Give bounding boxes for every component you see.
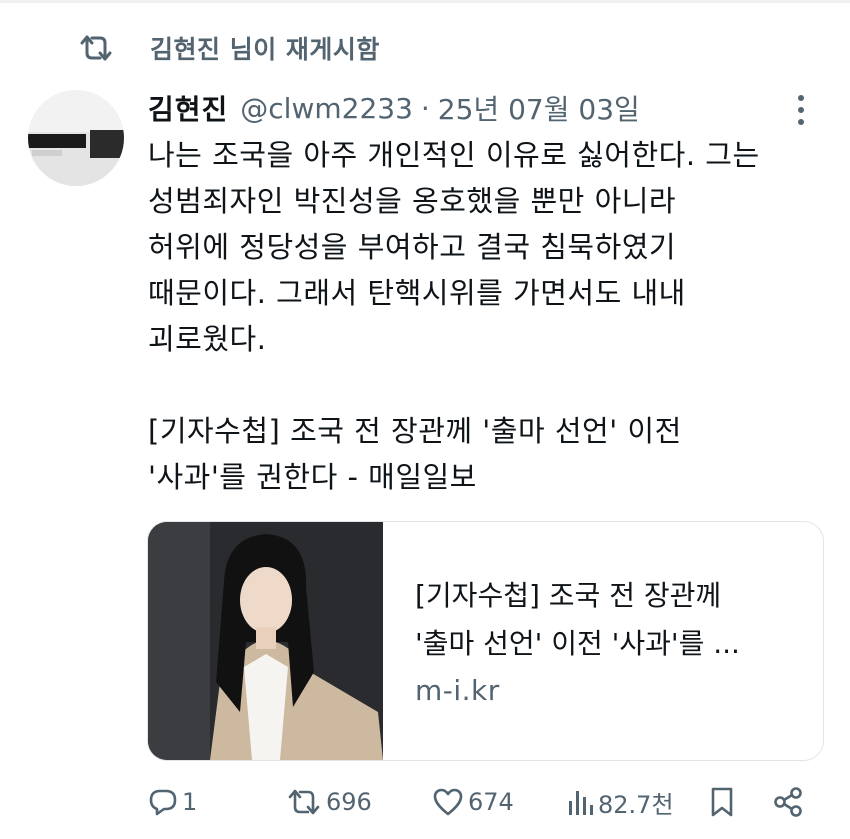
repost-header-text[interactable]: 김현진 님이 재게시함	[150, 30, 380, 66]
views-chart-icon	[566, 787, 594, 817]
view-count: 82.7천	[598, 790, 674, 819]
share-button[interactable]	[772, 780, 804, 824]
bookmark-icon	[708, 786, 736, 818]
separator-dot: ·	[420, 91, 430, 125]
author-handle[interactable]: @clwm2233	[240, 92, 413, 125]
card-title-line: [기자수첩] 조국 전 장관께	[415, 579, 722, 612]
tweet-date[interactable]: 25년 07월 03일	[438, 88, 640, 128]
link-preview-card[interactable]: [기자수첩] 조국 전 장관께 '출마 선언' 이전 '사과'를 ... m-i…	[147, 521, 824, 761]
reply-icon	[148, 787, 178, 817]
tweet-link-text: '사과'를 권한다 - 매일일보	[148, 460, 477, 494]
retweet-icon	[78, 30, 128, 66]
repost-button[interactable]: 696	[286, 780, 372, 824]
tweet-text-line: 괴로웠다.	[148, 322, 267, 356]
tweet-body: 나는 조국을 아주 개인적인 이유로 싫어한다. 그는 성범죄자인 박진성을 옹…	[148, 132, 838, 500]
bookmark-button[interactable]	[708, 780, 736, 824]
tweet-header: 김현진 @clwm2233 · 25년 07월 03일	[148, 86, 640, 130]
more-options-icon[interactable]	[786, 92, 816, 128]
tweet-text-line: 허위에 정당성을 부여하고 결국 침묵하였기	[148, 230, 677, 264]
avatar[interactable]	[28, 90, 124, 186]
card-thumbnail	[148, 522, 383, 760]
top-divider	[0, 0, 850, 3]
tweet-text-line: 나는 조국을 아주 개인적인 이유로 싫어한다. 그는	[148, 138, 760, 172]
heart-icon	[432, 787, 464, 817]
card-domain: m-i.kr	[415, 674, 500, 707]
repost-count: 696	[326, 788, 372, 816]
repost-header: 김현진 님이 재게시함	[78, 28, 380, 68]
tweet-actions-bar: 1 696 674 82.7천	[148, 780, 818, 824]
reply-button[interactable]: 1	[148, 780, 197, 824]
tweet-text-line: 성범죄자인 박진성을 옹호했을 뿐만 아니라	[148, 184, 677, 218]
reply-count: 1	[182, 788, 198, 816]
tweet-text-line: 때문이다. 그래서 탄핵시위를 가면서도 내내	[148, 276, 686, 310]
tweet-link-text: [기자수첩] 조국 전 장관께 '출마 선언' 이전	[148, 414, 682, 448]
repost-icon	[286, 787, 322, 817]
author-name[interactable]: 김현진	[148, 88, 228, 128]
like-button[interactable]: 674	[432, 780, 514, 824]
card-title[interactable]: [기자수첩] 조국 전 장관께 '출마 선언' 이전 '사과'를 ...	[415, 572, 795, 668]
share-icon	[772, 786, 804, 818]
views-button[interactable]: 82.7천	[566, 780, 674, 824]
card-title-line: '출마 선언' 이전 '사과'를 ...	[415, 627, 740, 660]
like-count: 674	[468, 788, 514, 816]
